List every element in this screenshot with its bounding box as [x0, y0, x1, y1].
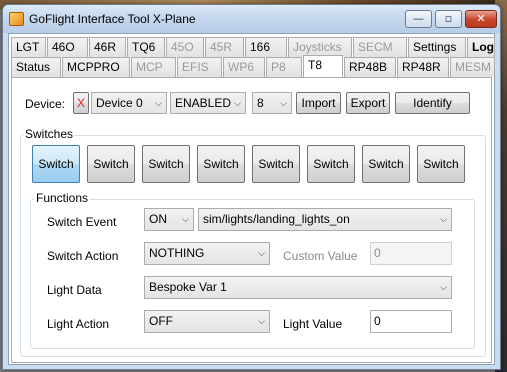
tab-joysticks[interactable]: Joysticks — [288, 37, 352, 57]
light-value-label: Light Value — [283, 317, 343, 331]
t8-tab-panel: Device: X Device 0 ⌵ ENABLED ⌵ 8 ⌵ Impor… — [11, 77, 492, 363]
chevron-down-icon: ⌵ — [234, 98, 241, 108]
device-select-value: Device 0 — [96, 96, 143, 110]
switch-button-1[interactable]: Switch — [32, 145, 80, 183]
light-data-value: Bespoke Var 1 — [149, 280, 227, 294]
window-title: GoFlight Interface Tool X-Plane — [29, 12, 196, 26]
tab-wp6[interactable]: WP6 — [223, 57, 265, 77]
chevron-down-icon: ⌵ — [280, 98, 287, 108]
tab-mcp[interactable]: MCP — [131, 57, 176, 77]
tab-46r[interactable]: 46R — [89, 37, 126, 57]
tab-tq6[interactable]: TQ6 — [127, 37, 165, 57]
tab-46o[interactable]: 46O — [47, 37, 88, 57]
chevron-down-icon: ⌵ — [440, 214, 447, 224]
chevron-down-icon: ⌵ — [155, 98, 162, 108]
switch-action-value: NOTHING — [149, 246, 205, 260]
tab-rp48b[interactable]: RP48B — [344, 57, 396, 77]
remove-device-button[interactable]: X — [73, 92, 89, 114]
switch-button-3[interactable]: Switch — [142, 145, 190, 183]
chevron-down-icon: ⌵ — [258, 248, 265, 258]
switch-count-value: 8 — [257, 96, 264, 110]
minimize-button[interactable]: — — [405, 10, 432, 28]
device-select[interactable]: Device 0 ⌵ — [91, 92, 167, 114]
tab-t8[interactable]: T8 — [303, 55, 343, 77]
chevron-down-icon: ⌵ — [440, 282, 447, 292]
custom-value-input[interactable]: 0 — [370, 242, 452, 265]
switches-group-label: Switches — [23, 127, 76, 141]
tab-secm[interactable]: SECM — [353, 37, 407, 57]
tab-efis[interactable]: EFIS — [177, 57, 222, 77]
switch-event-label: Switch Event — [47, 215, 117, 229]
tab-45o[interactable]: 45O — [166, 37, 204, 57]
light-data-select[interactable]: Bespoke Var 1 ⌵ — [144, 276, 452, 299]
tab-mcppro[interactable]: MCPPRO — [62, 57, 130, 77]
chevron-down-icon: ⌵ — [258, 316, 265, 326]
dataref-value: sim/lights/landing_lights_on — [203, 212, 350, 226]
custom-value-label: Custom Value — [283, 249, 358, 263]
title-bar[interactable]: GoFlight Interface Tool X-Plane — ▫ ✕ — [3, 5, 500, 33]
switch-button-5[interactable]: Switch — [252, 145, 300, 183]
switch-button-6[interactable]: Switch — [307, 145, 355, 183]
app-window: GoFlight Interface Tool X-Plane — ▫ ✕ LG… — [2, 4, 501, 370]
light-action-label: Light Action — [47, 317, 110, 331]
tab-rp48r[interactable]: RP48R — [397, 57, 449, 77]
app-icon — [9, 12, 24, 26]
dataref-select[interactable]: sim/lights/landing_lights_on ⌵ — [198, 208, 452, 231]
tab-log[interactable]: Log — [467, 37, 495, 57]
switch-button-8[interactable]: Switch — [417, 145, 465, 183]
tab-settings[interactable]: Settings — [408, 37, 466, 57]
tab-lgt[interactable]: LGT — [11, 37, 46, 57]
identify-button[interactable]: Identify — [395, 92, 470, 114]
tab-p8[interactable]: P8 — [266, 57, 302, 77]
device-label: Device: — [25, 97, 66, 111]
close-button[interactable]: ✕ — [465, 10, 497, 28]
switch-button-7[interactable]: Switch — [362, 145, 410, 183]
light-value-input[interactable]: 0 — [370, 310, 452, 333]
functions-group-label: Functions — [34, 191, 91, 205]
client-area: LGT 46O 46R TQ6 45O 45R 166 Joysticks SE… — [8, 33, 495, 365]
tab-mesm[interactable]: MESM — [450, 57, 495, 77]
tab-45r[interactable]: 45R — [205, 37, 244, 57]
maximize-button[interactable]: ▫ — [435, 10, 462, 28]
switch-button-4[interactable]: Switch — [197, 145, 245, 183]
enabled-select[interactable]: ENABLED ⌵ — [170, 92, 246, 114]
switch-count-select[interactable]: 8 ⌵ — [252, 92, 292, 114]
export-button[interactable]: Export — [346, 92, 390, 114]
tab-status[interactable]: Status — [11, 57, 61, 77]
switch-action-select[interactable]: NOTHING ⌵ — [144, 242, 270, 265]
light-data-label: Light Data — [47, 283, 102, 297]
switch-event-select[interactable]: ON ⌵ — [144, 208, 194, 231]
light-action-select[interactable]: OFF ⌵ — [144, 310, 270, 333]
switch-button-2[interactable]: Switch — [87, 145, 135, 183]
enabled-select-value: ENABLED — [175, 96, 232, 110]
light-action-value: OFF — [149, 314, 173, 328]
import-button[interactable]: Import — [296, 92, 341, 114]
switch-event-value: ON — [149, 212, 167, 226]
tab-166[interactable]: 166 — [245, 37, 287, 57]
switch-action-label: Switch Action — [47, 249, 119, 263]
chevron-down-icon: ⌵ — [182, 214, 189, 224]
